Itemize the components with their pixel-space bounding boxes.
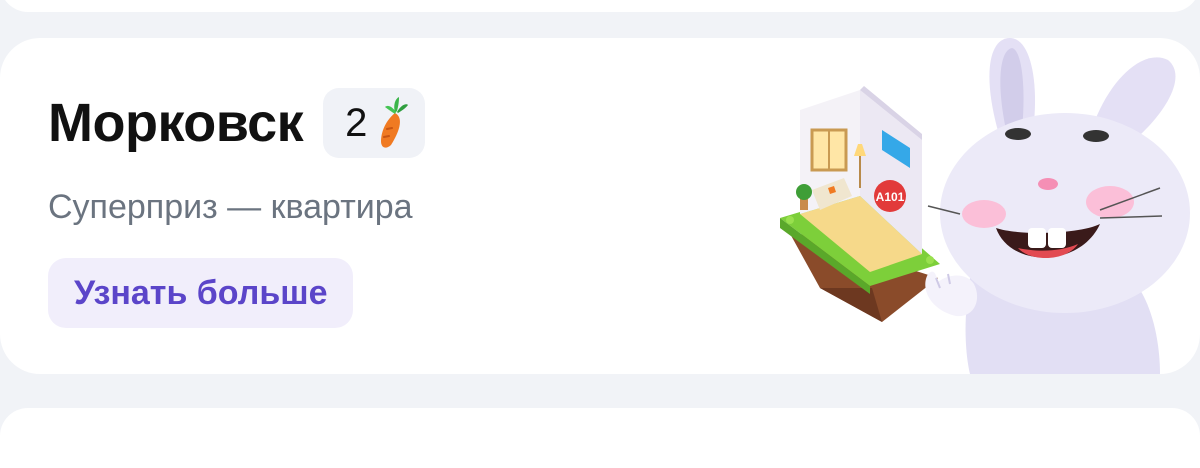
- card-subtitle: Суперприз — квартира: [48, 188, 413, 226]
- bunny-mascot: [925, 38, 1190, 374]
- previous-card: [0, 0, 1200, 12]
- carrot-count: 2: [345, 100, 368, 145]
- title-row: Морковск 2: [48, 88, 426, 158]
- island-sign-text: A101: [876, 190, 905, 204]
- carrot-icon: [381, 97, 409, 148]
- morkovsk-promo-card[interactable]: Морковск 2 Суперприз — квартира Узнать б…: [0, 38, 1200, 374]
- promo-illustration: A101: [780, 38, 1190, 374]
- learn-more-button[interactable]: Узнать больше: [48, 258, 354, 328]
- card-title: Морковск: [48, 93, 304, 153]
- next-card: [0, 408, 1200, 468]
- floating-island-apartment: A101: [780, 86, 940, 322]
- carrot-count-badge: 2: [323, 88, 426, 158]
